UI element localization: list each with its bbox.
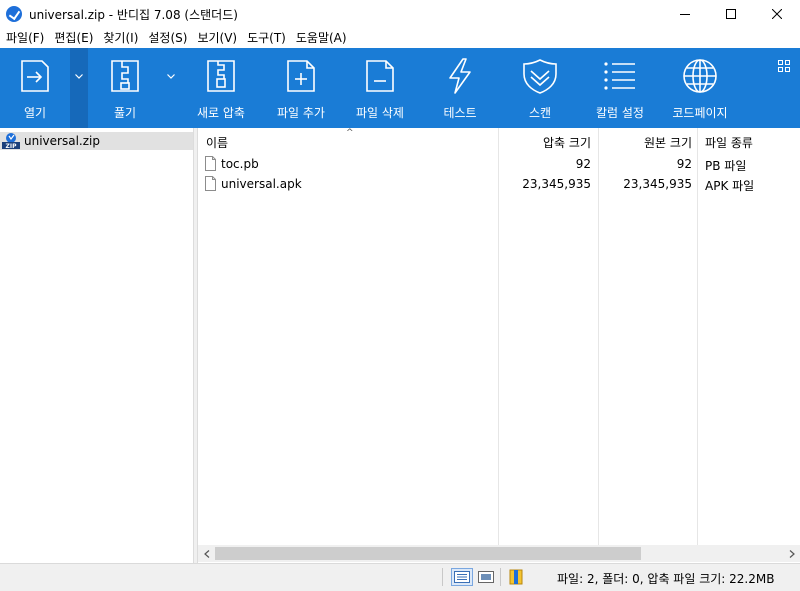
menu-edit[interactable]: 편집(E)	[50, 28, 99, 48]
scroll-right-button[interactable]	[783, 545, 800, 562]
bandizip-app-icon	[6, 6, 22, 22]
open-archive-icon	[21, 60, 49, 92]
maximize-button[interactable]	[708, 0, 754, 28]
scan-shield-icon	[523, 59, 557, 94]
delete-file-label: 파일 삭제	[356, 106, 404, 120]
extract-dropdown-button[interactable]	[162, 48, 180, 128]
table-row[interactable]: universal.apk 23,345,935 23,345,935 APK …	[198, 174, 800, 194]
column-header-name[interactable]: 이름	[206, 134, 228, 151]
test-label: 테스트	[443, 106, 477, 120]
file-list: ^ 이름 압축 크기 원본 크기 파일 종류 toc.pb 92 92 PB 파…	[198, 128, 800, 545]
add-file-label: 파일 추가	[277, 106, 325, 120]
menu-bar: 파일(F) 편집(E) 찾기(I) 설정(S) 보기(V) 도구(T) 도움말(…	[0, 28, 800, 48]
cell-compressed-size: 92	[575, 157, 591, 171]
codepage-label: 코드페이지	[672, 106, 728, 120]
details-view-button[interactable]	[451, 568, 473, 586]
status-summary: 파일: 2, 폴더: 0, 압축 파일 크기: 22.2MB	[557, 572, 775, 586]
scan-label: 스캔	[528, 106, 552, 120]
preview-view-button[interactable]	[475, 568, 497, 586]
codepage-button[interactable]: 코드페이지	[665, 48, 735, 128]
column-header-original-size[interactable]: 원본 크기	[644, 134, 692, 151]
menu-tools[interactable]: 도구(T)	[243, 28, 292, 48]
open-label: 열기	[23, 106, 47, 120]
menu-file[interactable]: 파일(F)	[2, 28, 50, 48]
status-separator	[442, 568, 443, 586]
archive-info-button[interactable]	[505, 568, 527, 586]
close-icon	[772, 9, 782, 19]
scan-button[interactable]: 스캔	[505, 48, 575, 128]
zip-archive-icon: ZIP	[2, 133, 20, 149]
maximize-icon	[726, 9, 736, 19]
window-title: universal.zip - 반디집 7.08 (스탠더드)	[29, 7, 238, 22]
delete-file-button[interactable]: 파일 삭제	[345, 48, 415, 128]
column-settings-icon	[604, 62, 635, 90]
minimize-icon	[680, 14, 690, 15]
extract-label: 풀기	[113, 106, 137, 120]
add-file-button[interactable]: 파일 추가	[266, 48, 336, 128]
open-dropdown-button[interactable]	[70, 48, 88, 128]
new-archive-icon	[207, 60, 235, 92]
scroll-thumb[interactable]	[215, 547, 641, 560]
cell-original-size: 23,345,935	[623, 177, 692, 191]
cell-original-size: 92	[676, 157, 692, 171]
cell-compressed-size: 23,345,935	[522, 177, 591, 191]
tree-item-archive-root[interactable]: ZIP universal.zip	[0, 132, 193, 150]
chevron-down-icon	[75, 74, 83, 79]
close-button[interactable]	[754, 0, 800, 28]
sort-ascending-icon: ^	[346, 128, 354, 138]
menu-view[interactable]: 보기(V)	[193, 28, 243, 48]
column-settings-button[interactable]: 칼럼 설정	[585, 48, 655, 128]
chevron-right-icon	[789, 549, 795, 558]
details-view-icon	[454, 571, 470, 583]
window-controls	[662, 0, 800, 28]
scroll-left-button[interactable]	[198, 545, 215, 562]
cell-file-type: PB 파일	[705, 159, 747, 173]
codepage-globe-icon	[683, 59, 717, 93]
svg-text:ZIP: ZIP	[6, 143, 18, 149]
status-bar: 파일: 2, 폴더: 0, 압축 파일 크기: 22.2MB	[0, 563, 800, 591]
title-bar: universal.zip - 반디집 7.08 (스탠더드)	[0, 0, 800, 28]
toolbar-layout-icon[interactable]	[778, 60, 790, 72]
new-archive-button[interactable]: 새로 압축	[186, 48, 256, 128]
column-header-compressed-size[interactable]: 압축 크기	[543, 134, 591, 151]
toolbar: 열기 풀기 새로 압축 파일 추가 파일 삭제 테스트 스캔 칼럼 설정 코드페…	[0, 48, 800, 128]
folder-tree-panel: ZIP universal.zip	[0, 128, 193, 563]
cell-name: universal.apk	[221, 177, 302, 191]
cell-name: toc.pb	[221, 157, 259, 171]
extract-icon	[111, 60, 139, 92]
chevron-down-icon	[167, 74, 175, 79]
column-settings-label: 칼럼 설정	[596, 106, 644, 120]
add-file-icon	[287, 60, 315, 92]
image-view-icon	[478, 571, 494, 583]
table-row[interactable]: toc.pb 92 92 PB 파일	[198, 154, 800, 174]
menu-find[interactable]: 찾기(I)	[99, 28, 144, 48]
menu-settings[interactable]: 설정(S)	[144, 28, 193, 48]
tree-item-label: universal.zip	[24, 134, 100, 148]
test-button[interactable]: 테스트	[425, 48, 495, 128]
file-icon	[205, 156, 216, 171]
cell-file-type: APK 파일	[705, 179, 755, 193]
minimize-button[interactable]	[662, 0, 708, 28]
open-button[interactable]: 열기	[0, 48, 70, 128]
chevron-left-icon	[203, 549, 209, 558]
menu-help[interactable]: 도움말(A)	[292, 28, 353, 48]
test-lightning-icon	[449, 58, 471, 94]
new-archive-label: 새로 압축	[197, 106, 245, 120]
extract-button[interactable]: 풀기	[90, 48, 160, 128]
horizontal-scrollbar[interactable]	[198, 545, 800, 562]
archive-info-icon	[509, 569, 523, 585]
file-icon	[205, 176, 216, 191]
column-header-file-type[interactable]: 파일 종류	[705, 134, 753, 151]
delete-file-icon	[366, 60, 394, 92]
status-separator	[500, 568, 501, 586]
